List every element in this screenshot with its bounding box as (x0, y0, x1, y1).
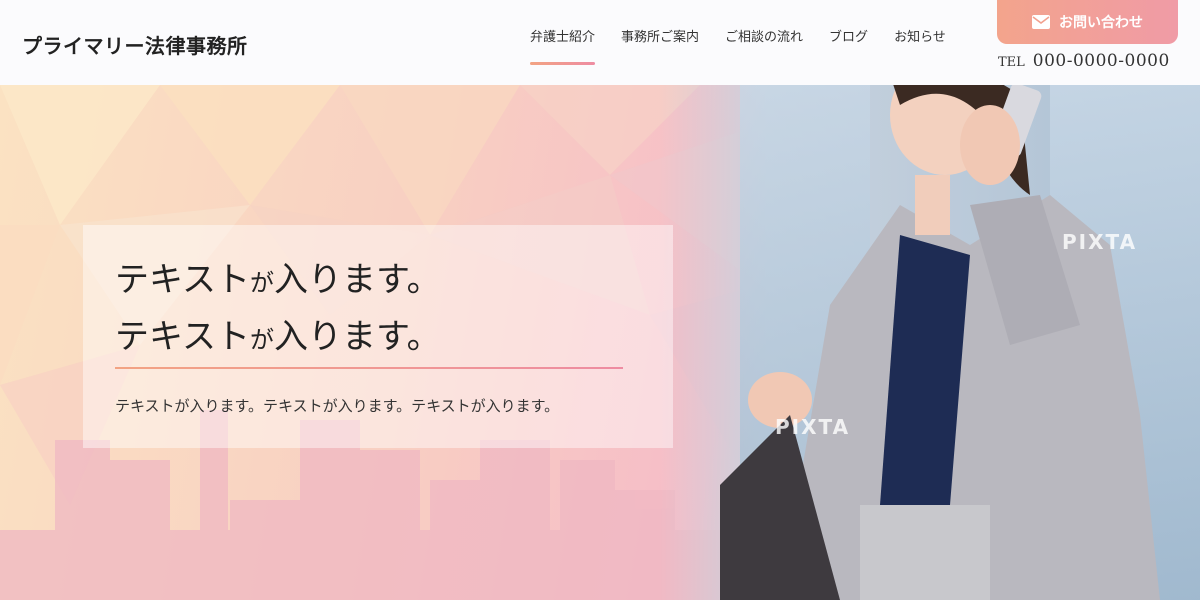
nav-item-blog[interactable]: ブログ (829, 26, 868, 65)
hero-headline: テキストが入ります。 テキストが入ります。 (115, 253, 441, 367)
main-nav: 弁護士紹介 事務所ご案内 ご相談の流れ ブログ お知らせ (530, 26, 972, 65)
contact-button-label: お問い合わせ (1059, 15, 1143, 31)
watermark-center: PIXTA (775, 415, 851, 439)
hero-section: PIXTA PIXTA テキストが入ります。 テキストが入ります。 テキストが入… (0, 85, 1200, 600)
headline-line-1-rest: 入ります。 (273, 260, 441, 300)
woman-on-phone-image (720, 85, 1160, 600)
nav-item-lawyers[interactable]: 弁護士紹介 (530, 26, 596, 65)
nav-item-news[interactable]: お知らせ (894, 26, 946, 65)
site-header: プライマリー法律事務所 弁護士紹介 事務所ご案内 ご相談の流れ ブログ お知らせ… (0, 0, 1200, 85)
headline-line-1: テキストが入ります。 (115, 253, 441, 310)
headline-divider (115, 367, 623, 369)
headline-line-1-particle: が (249, 269, 274, 297)
headline-line-2: テキストが入ります。 (115, 310, 441, 367)
hero-text-panel: テキストが入ります。 テキストが入ります。 テキストが入ります。テキストが入りま… (83, 225, 673, 448)
headline-line-2-rest: 入ります。 (273, 317, 441, 357)
contact-button[interactable]: お問い合わせ (997, 0, 1178, 44)
nav-item-office[interactable]: 事務所ご案内 (621, 26, 699, 65)
hero-subtext: テキストが入ります。テキストが入ります。テキストが入ります。 (115, 397, 560, 415)
tel-label: TEL (998, 55, 1025, 70)
tel-number[interactable]: 000-0000-0000 (1033, 51, 1170, 71)
headline-line-2-main: テキスト (115, 317, 250, 357)
headline-line-2-particle: が (249, 326, 274, 354)
phone-info: TEL 000-0000-0000 (998, 51, 1180, 71)
site-logo[interactable]: プライマリー法律事務所 (22, 30, 248, 59)
headline-line-1-main: テキスト (115, 260, 250, 300)
nav-item-consultation-flow[interactable]: ご相談の流れ (725, 26, 803, 65)
mail-icon (1032, 15, 1050, 29)
watermark-top: PIXTA (1062, 230, 1138, 254)
